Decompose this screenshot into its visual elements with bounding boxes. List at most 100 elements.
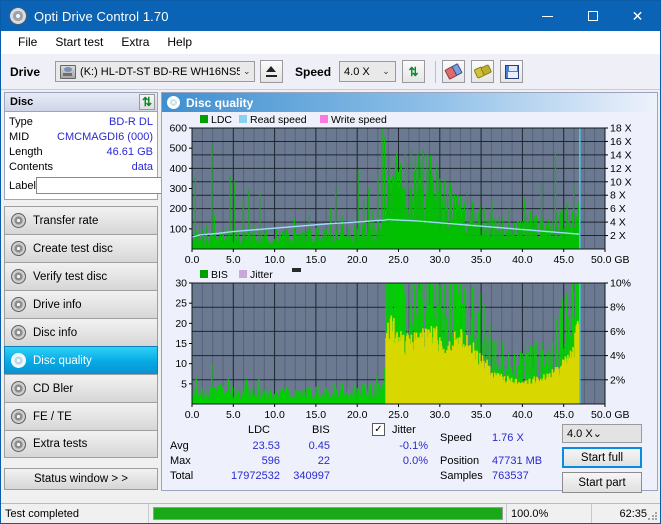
svg-text:35.0: 35.0 <box>471 409 492 421</box>
svg-text:0.0: 0.0 <box>185 254 200 266</box>
sidebar-item-disc-info[interactable]: Disc info <box>4 318 158 346</box>
stats-total-ldc: 17972532 <box>231 470 280 482</box>
svg-text:45.0: 45.0 <box>553 254 574 266</box>
drive-select[interactable]: (K:) HL-DT-ST BD-RE WH16NS58 TST4 ⌄ <box>55 61 256 82</box>
jitter-value-2: 0.0% <box>402 455 428 467</box>
stats-total-bis: 340997 <box>293 470 330 482</box>
svg-text:20.0: 20.0 <box>347 254 368 266</box>
disc-refresh-button[interactable]: ⇅ <box>139 94 155 110</box>
stats-row-total-label: Total <box>170 470 194 482</box>
panel-title: Disc quality <box>186 95 254 110</box>
settings-button[interactable] <box>471 60 495 83</box>
disc-icon <box>11 353 26 368</box>
status-bar: Test completed 100.0% 62:35 <box>1 503 660 523</box>
disc-icon <box>11 325 26 340</box>
toolbar-divider <box>435 60 437 83</box>
sidebar-item-verify-test-disc[interactable]: Verify test disc <box>4 262 158 290</box>
svg-text:50.0 GB: 50.0 GB <box>591 254 630 266</box>
jitter-checkbox[interactable]: ✓ <box>372 423 385 436</box>
svg-text:4 X: 4 X <box>610 217 626 229</box>
svg-text:50.0 GB: 50.0 GB <box>591 409 630 421</box>
sidebar-item-label: Disc info <box>33 326 78 339</box>
svg-text:5: 5 <box>181 378 187 390</box>
drive-select-value: (K:) HL-DT-ST BD-RE WH16NS58 TST4 <box>80 65 240 78</box>
ldc-read-speed-chart[interactable]: LDC Read speed Write speed 100 200 300 400 500 6… <box>162 112 657 267</box>
sidebar-item-cd-bler[interactable]: CD Bler <box>4 374 158 402</box>
minimize-button[interactable] <box>525 1 570 31</box>
svg-text:8%: 8% <box>610 302 625 314</box>
eject-icon <box>266 66 278 77</box>
status-window-button[interactable]: Status window > > <box>4 468 158 490</box>
bis-jitter-chart[interactable]: BIS Jitter 5 10 15 20 25 30 2% 4% 6% 8% 10% 0.0 5.0 10.… <box>162 267 657 422</box>
disc-length-label: Length <box>9 145 43 158</box>
content-area: Disc ⇅ Type BD-R DL MID CMCMAGDI6 (000) … <box>1 90 660 493</box>
samples-stat-value: 763537 <box>492 470 529 482</box>
svg-text:2 X: 2 X <box>610 230 626 242</box>
close-button[interactable]: ✕ <box>615 1 660 31</box>
disc-row-length: Length 46.61 GB <box>9 144 153 159</box>
test-speed-value: 4.0 X <box>567 427 593 440</box>
maximize-button[interactable] <box>570 1 615 31</box>
eject-button[interactable] <box>260 60 284 83</box>
sidebar-item-create-test-disc[interactable]: Create test disc <box>4 234 158 262</box>
disc-length-value: 46.61 GB <box>106 145 153 158</box>
disc-label-caption: Label <box>9 179 36 192</box>
start-part-button[interactable]: Start part <box>562 472 642 493</box>
svg-text:10.0: 10.0 <box>264 254 285 266</box>
speed-label: Speed <box>295 64 332 79</box>
save-icon <box>504 64 519 79</box>
stats-row-avg-label: Avg <box>170 440 189 452</box>
svg-text:500: 500 <box>169 143 187 155</box>
disc-icon <box>167 96 180 109</box>
sidebar-item-transfer-rate[interactable]: Transfer rate <box>4 206 158 234</box>
samples-stat-label: Samples <box>440 470 483 482</box>
svg-text:Write speed: Write speed <box>331 114 387 126</box>
test-speed-select[interactable]: 4.0 X ⌄ <box>562 424 642 443</box>
svg-text:Jitter: Jitter <box>250 269 273 281</box>
svg-text:10%: 10% <box>610 278 631 290</box>
disc-panel-title: Disc <box>10 96 34 108</box>
drive-toolbar: Drive (K:) HL-DT-ST BD-RE WH16NS58 TST4 … <box>1 54 660 90</box>
svg-text:100: 100 <box>169 223 187 235</box>
erase-button[interactable] <box>442 60 466 83</box>
app-window: Opti Drive Control 1.70 ✕ File Start tes… <box>0 0 661 524</box>
menu-item-start-test[interactable]: Start test <box>46 32 112 52</box>
save-button[interactable] <box>500 60 524 83</box>
elapsed-time: 62:35 <box>619 507 647 520</box>
svg-text:15.0: 15.0 <box>306 409 327 421</box>
svg-text:25: 25 <box>175 298 187 310</box>
sidebar-item-drive-info[interactable]: Drive info <box>4 290 158 318</box>
disc-type-value: BD-R DL <box>108 115 153 128</box>
sidebar-item-label: Extra tests <box>33 438 88 450</box>
resize-grip[interactable] <box>647 511 657 521</box>
svg-text:14 X: 14 X <box>610 149 632 161</box>
sidebar-item-fe-te[interactable]: FE / TE <box>4 402 158 430</box>
svg-text:LDC: LDC <box>211 114 232 126</box>
disc-icon <box>11 213 26 228</box>
svg-text:0.0: 0.0 <box>185 409 200 421</box>
sidebar-item-disc-quality[interactable]: Disc quality <box>4 346 158 374</box>
plug-icon <box>472 62 493 81</box>
refresh-icon: ⇅ <box>141 95 153 109</box>
maximize-icon <box>587 11 598 21</box>
svg-text:30.0: 30.0 <box>430 254 451 266</box>
menu-item-extra[interactable]: Extra <box>112 32 158 52</box>
svg-text:10 X: 10 X <box>610 176 632 188</box>
speed-select[interactable]: 4.0 X ⌄ <box>339 61 397 82</box>
disc-contents-label: Contents <box>9 160 54 173</box>
menu-item-help[interactable]: Help <box>158 32 201 52</box>
svg-text:600: 600 <box>169 123 187 135</box>
sidebar-item-extra-tests[interactable]: Extra tests <box>4 430 158 458</box>
chevron-down-icon: ⌄ <box>382 66 390 76</box>
refresh-icon: ⇅ <box>408 64 419 79</box>
stats-avg-bis: 0.45 <box>308 440 330 452</box>
sidebar-item-label: Transfer rate <box>33 214 99 227</box>
sidebar-item-label: CD Bler <box>33 382 74 395</box>
menu-item-file[interactable]: File <box>9 32 46 52</box>
optical-drive-icon <box>60 64 77 79</box>
start-full-button[interactable]: Start full <box>562 447 642 468</box>
refresh-button[interactable]: ⇅ <box>402 60 426 83</box>
stats-col-bis: BIS <box>312 424 330 436</box>
chevron-down-icon: ⌄ <box>592 428 602 440</box>
svg-text:Read speed: Read speed <box>250 114 307 126</box>
